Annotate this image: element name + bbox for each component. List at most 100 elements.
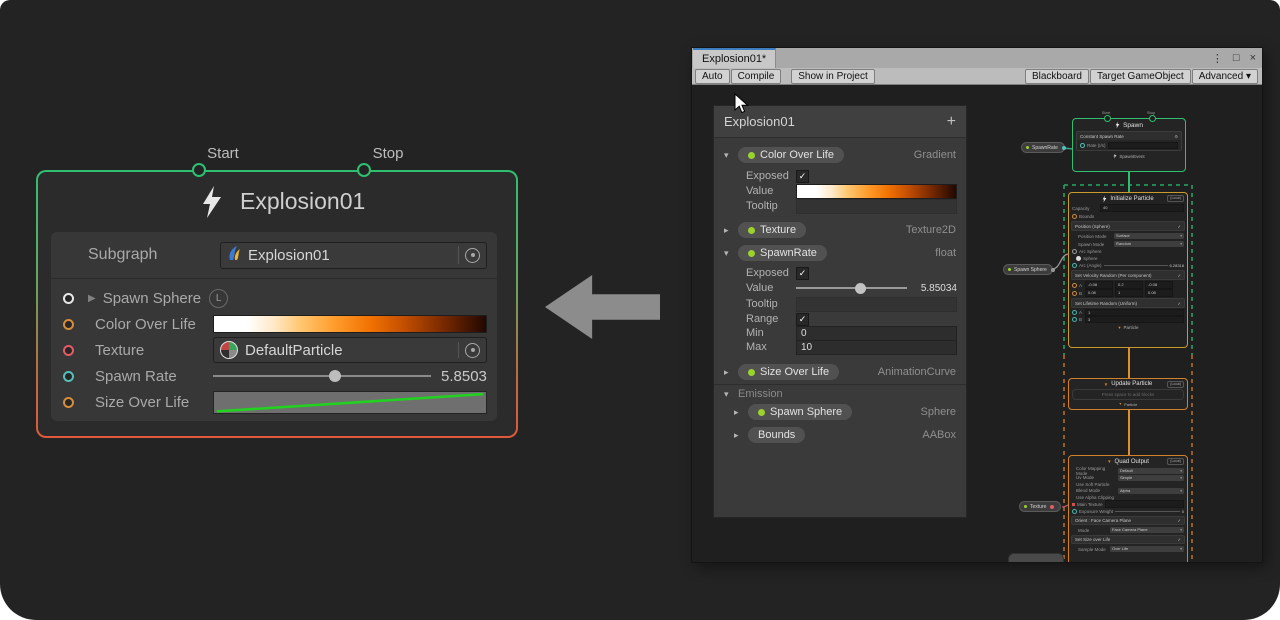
spawn-sphere-parameter-node[interactable]: Spawn Sphere (1003, 264, 1053, 275)
chevron-right-icon[interactable]: ▸ (734, 407, 748, 418)
a-y-field[interactable]: 0.2 (1115, 281, 1143, 289)
b-y-field[interactable]: 1 (1115, 289, 1143, 297)
property-spawnrate[interactable]: ▾ SpawnRate float (714, 244, 966, 262)
check-icon[interactable]: ✓ (1178, 224, 1181, 229)
chevron-down-icon[interactable]: ▾ (724, 248, 738, 259)
capacity-field[interactable]: 40 (1100, 204, 1184, 212)
gradient-value-field[interactable] (796, 184, 957, 199)
sphere-port[interactable] (1051, 268, 1055, 272)
maximize-icon[interactable]: □ (1233, 52, 1240, 64)
tooltip-field[interactable] (796, 199, 957, 214)
bounds-port[interactable] (1072, 214, 1077, 219)
advanced-dropdown[interactable]: Advanced ▾ (1192, 69, 1258, 84)
property-spawn-sphere[interactable]: ▸ Spawn Sphere Sphere (714, 403, 966, 421)
b-x-field[interactable]: 0.08 (1085, 289, 1113, 297)
set-size-over-life-block[interactable]: Set Size over Life ✓ (1071, 535, 1185, 544)
add-property-button[interactable]: + (947, 113, 956, 131)
main-texture-port[interactable] (1072, 503, 1075, 506)
texture-parameter-node[interactable]: Texture (1019, 501, 1061, 512)
exposed-checkbox[interactable]: ✓ (796, 170, 809, 183)
expand-arrow-icon[interactable]: ▶ (88, 293, 96, 304)
slider-handle[interactable] (855, 283, 866, 294)
object-picker-icon[interactable] (458, 243, 480, 268)
tab-explosion01[interactable]: Explosion01* (693, 48, 776, 68)
chevron-right-icon[interactable]: ▸ (734, 430, 748, 441)
set-velocity-random-block[interactable]: Set Velocity Random (Per component) ✓ (1071, 270, 1185, 280)
spawn-rate-value[interactable]: 5.85034 (441, 368, 487, 385)
blackboard-toggle-button[interactable]: Blackboard (1025, 69, 1089, 84)
check-icon[interactable]: ✓ (1178, 301, 1181, 306)
chevron-right-icon[interactable]: ▸ (724, 225, 738, 236)
arc-port[interactable] (1072, 263, 1077, 268)
check-icon[interactable]: ✓ (1178, 518, 1181, 523)
spawn-rate-slider[interactable] (213, 375, 431, 377)
slider-handle[interactable] (329, 370, 341, 382)
uv-mode-dropdown[interactable]: Simple▾ (1118, 475, 1184, 481)
blend-mode-dropdown[interactable]: Alpha▾ (1118, 488, 1184, 494)
max-field[interactable]: 10 (796, 340, 957, 355)
auto-button[interactable]: Auto (695, 69, 730, 84)
check-icon[interactable]: ✓ (1178, 273, 1181, 278)
blackboard-header[interactable]: Explosion01 + (714, 106, 966, 138)
start-port[interactable] (192, 163, 206, 177)
property-size-over-life[interactable]: ▸ Size Over Life AnimationCurve (714, 363, 966, 381)
exposed-checkbox[interactable]: ✓ (796, 267, 809, 280)
clipped-parameter-node[interactable] (1008, 553, 1064, 562)
orient-block[interactable]: Orient : Face Camera Plane ✓ (1071, 516, 1185, 525)
a-port[interactable] (1072, 283, 1077, 288)
object-picker-icon[interactable] (458, 338, 480, 362)
spawn-mode-dropdown[interactable]: Random▾ (1114, 241, 1184, 247)
subgraph-object-field[interactable]: Explosion01 (220, 242, 487, 269)
lifetime-b-field[interactable]: 3 (1085, 316, 1184, 324)
exposure-port[interactable] (1072, 509, 1077, 514)
show-in-project-button[interactable]: Show in Project (791, 69, 874, 84)
graph-canvas[interactable]: SpawnRate Spawn Sphere Texture Start Sto… (692, 85, 1262, 562)
position-sphere-block[interactable]: Position (Sphere) ✓ (1071, 221, 1185, 231)
property-bounds[interactable]: ▸ Bounds AABox (714, 426, 966, 444)
add-block-placeholder[interactable]: Press space to add blocks (1072, 389, 1184, 400)
spawn-context-node[interactable]: Spawn Constant Spawn Rate ⚙ Rate (I/s) (1072, 118, 1186, 172)
chevron-down-icon[interactable]: ▾ (724, 150, 738, 161)
texture-port[interactable] (1050, 505, 1054, 509)
category-emission[interactable]: ▾ Emission (714, 385, 966, 403)
kebab-menu-icon[interactable]: ⋮ (1212, 52, 1223, 65)
position-mode-dropdown[interactable]: Surface▾ (1114, 233, 1184, 239)
size-over-life-port[interactable] (63, 397, 74, 408)
target-gameobject-button[interactable]: Target GameObject (1090, 69, 1191, 84)
orient-mode-dropdown[interactable]: Face Camera Plane▾ (1110, 527, 1184, 533)
value-number[interactable]: 5.85034 (915, 283, 957, 294)
lifetime-b-port[interactable] (1072, 317, 1077, 322)
property-color-over-life[interactable]: ▾ Color Over Life Gradient (714, 146, 966, 164)
b-port[interactable] (1072, 291, 1077, 296)
color-over-life-port[interactable] (63, 319, 74, 330)
chevron-right-icon[interactable]: ▸ (724, 367, 738, 378)
lifetime-a-port[interactable] (1072, 310, 1077, 315)
arc-sphere-port[interactable] (1072, 249, 1077, 254)
constant-spawn-rate-block[interactable]: Constant Spawn Rate ⚙ Rate (I/s) (1076, 131, 1182, 151)
quad-output-node[interactable]: ▼ Quad Output (Local) Color Mapping Mode… (1068, 455, 1188, 562)
sphere-port[interactable] (1076, 256, 1081, 261)
value-slider[interactable] (796, 287, 907, 289)
check-icon[interactable]: ✓ (1178, 537, 1181, 542)
range-checkbox[interactable]: ✓ (796, 313, 809, 326)
gear-icon[interactable]: ⚙ (1174, 134, 1178, 139)
update-particle-node[interactable]: ▼ Update Particle (Local) Press space to… (1068, 378, 1188, 410)
texture-port[interactable] (63, 345, 74, 356)
sample-mode-dropdown[interactable]: Over Life▾ (1110, 546, 1184, 552)
close-icon[interactable]: × (1250, 52, 1256, 64)
tooltip-field[interactable] (796, 297, 957, 312)
spawn-rate-port[interactable] (63, 371, 74, 382)
chevron-down-icon[interactable]: ▾ (724, 389, 738, 400)
a-z-field[interactable]: -0.08 (1145, 281, 1173, 289)
gradient-field[interactable] (213, 315, 487, 333)
stop-port[interactable] (357, 163, 371, 177)
texture-object-field[interactable]: DefaultParticle (213, 337, 487, 363)
spawnrate-parameter-node[interactable]: SpawnRate (1021, 142, 1065, 153)
b-z-field[interactable]: 0.08 (1145, 289, 1173, 297)
set-lifetime-random-block[interactable]: Set Lifetime Random (Uniform) ✓ (1071, 298, 1185, 308)
spawn-sphere-port[interactable] (63, 293, 74, 304)
compile-button[interactable]: Compile (731, 69, 782, 84)
rate-port[interactable] (1080, 143, 1085, 148)
a-x-field[interactable]: -0.08 (1085, 281, 1113, 289)
color-mapping-dropdown[interactable]: Default▾ (1118, 468, 1184, 474)
